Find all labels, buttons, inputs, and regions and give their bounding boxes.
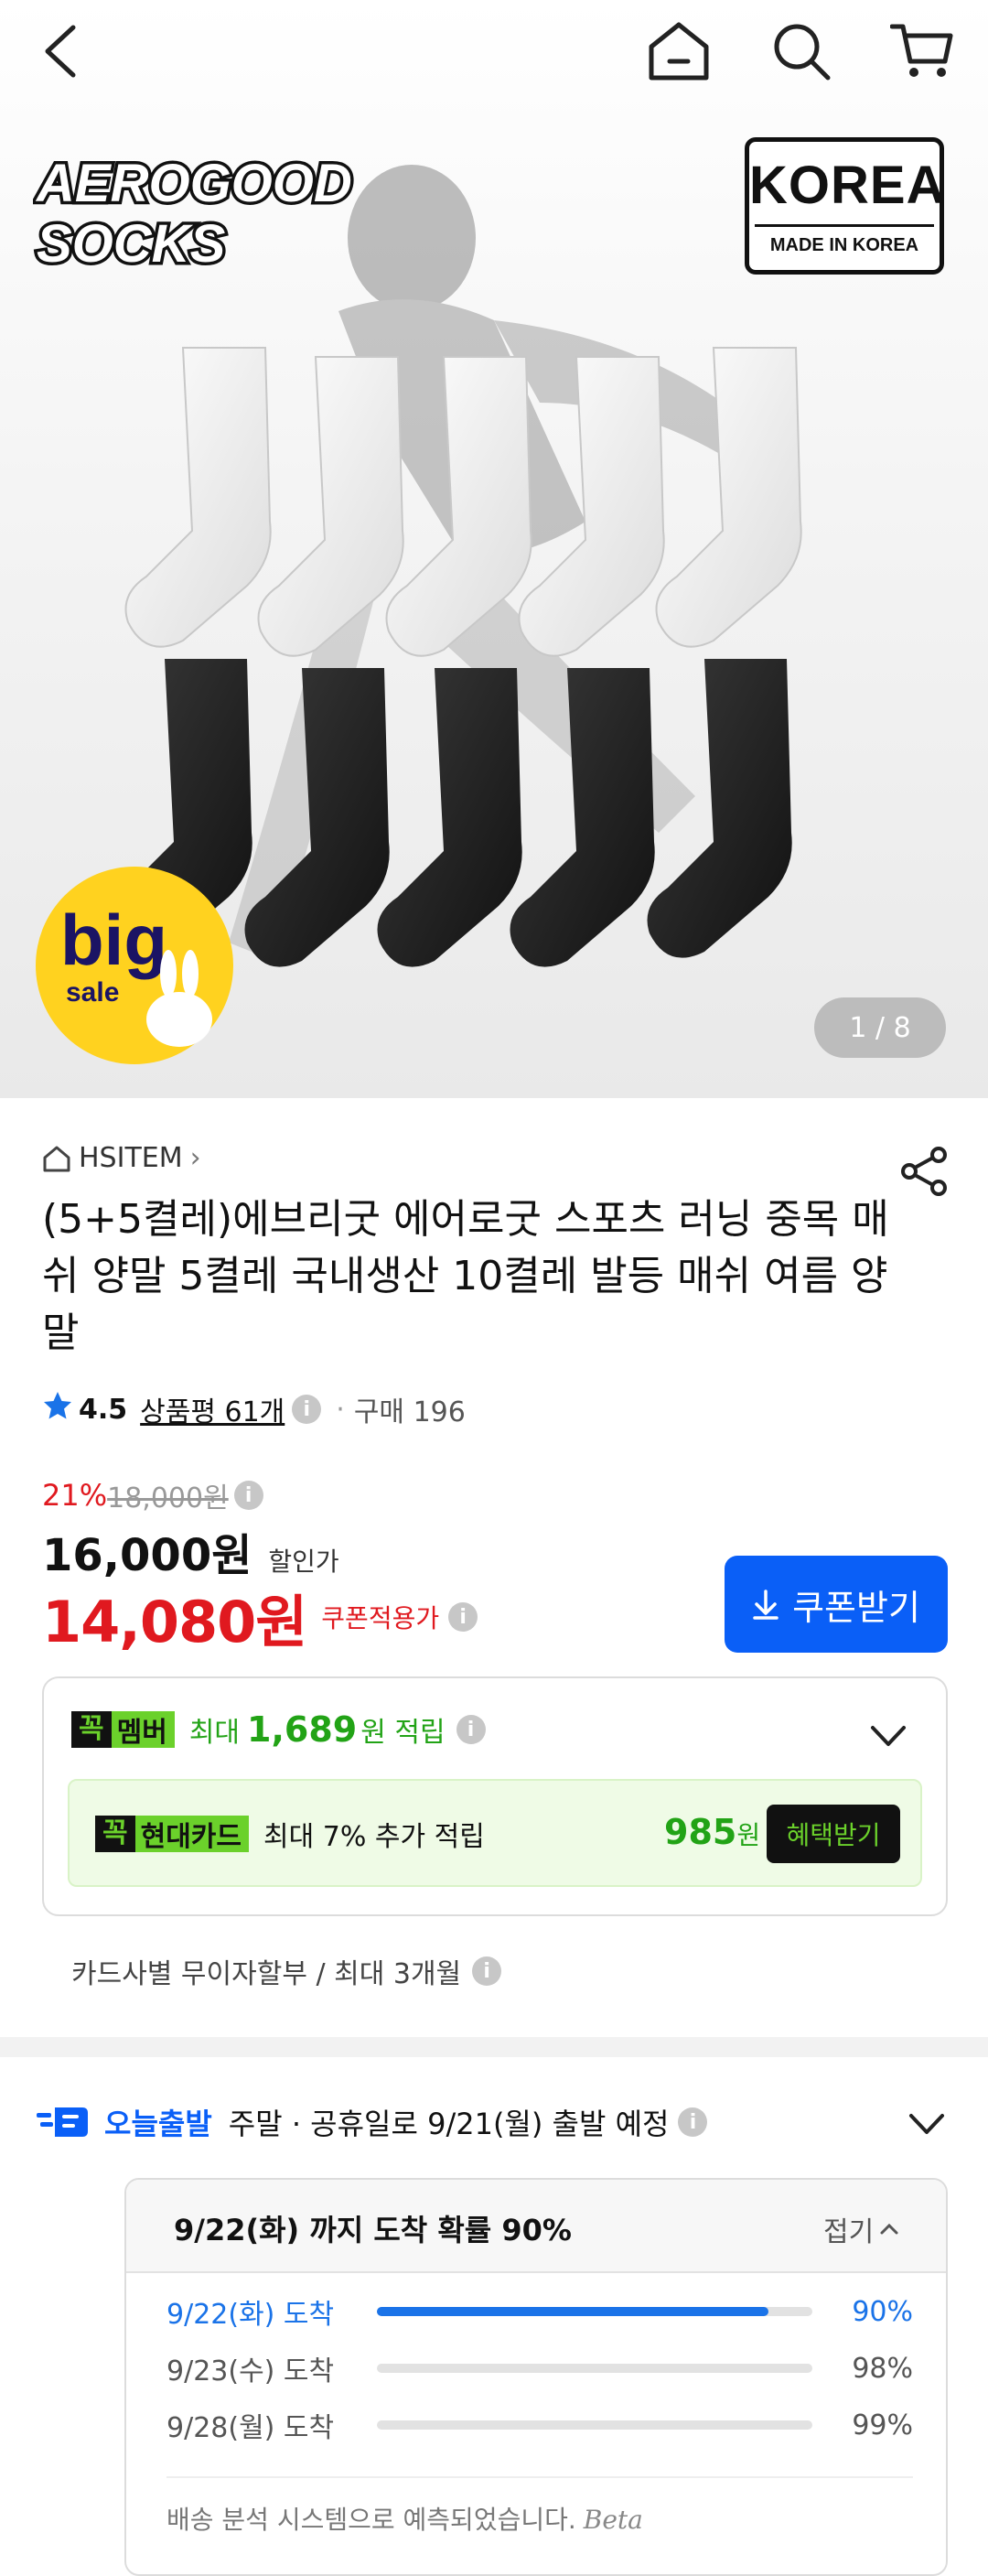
probability-bar <box>377 2364 812 2373</box>
arrival-percent: 90% <box>852 2295 913 2328</box>
arrival-date: 9/23(수) 도착 <box>166 2355 335 2387</box>
probability-bar <box>377 2307 812 2316</box>
prediction-note: 배송 분석 시스템으로 예측되었습니다. Beta <box>166 2500 643 2537</box>
discount-percent: 21% <box>42 1478 108 1513</box>
prediction-note-text: 배송 분석 시스템으로 예측되었습니다. <box>166 2505 576 2535</box>
home-icon[interactable] <box>644 16 714 86</box>
fold-label: 접기 <box>823 2216 875 2248</box>
get-benefit-button[interactable]: 혜택받기 <box>767 1805 900 1863</box>
info-icon[interactable]: i <box>472 1956 502 1986</box>
section-divider <box>0 2037 988 2057</box>
divider <box>166 2476 913 2478</box>
info-icon[interactable]: i <box>456 1715 486 1744</box>
sale-row: 16,000원 할인가 <box>42 1519 339 1583</box>
today-shipping-tag: 오늘출발 <box>104 2107 212 2141</box>
kkok-member-tag: 꼭 멤버 <box>71 1711 175 1749</box>
badge-subtitle: MADE IN KOREA <box>755 224 934 263</box>
svg-text:big: big <box>60 900 167 980</box>
fold-toggle[interactable]: 접기 <box>823 2209 899 2249</box>
product-image-carousel[interactable]: AEROGOOD SOCKS KOREA MADE IN KOREA big s… <box>0 0 988 1098</box>
arrival-row: 9/22(화) 도착 90% <box>166 2291 917 2332</box>
card-benefit-row: 꼭 현대카드 최대 7% 추가 적립 <box>95 1814 485 1854</box>
top-nav <box>0 0 988 101</box>
card-amount: 985원 <box>664 1812 760 1852</box>
share-icon[interactable] <box>897 1144 951 1199</box>
info-icon[interactable]: i <box>448 1602 478 1632</box>
original-price: 18,000원 <box>107 1482 229 1514</box>
beta-label: Beta <box>583 2505 643 2535</box>
chevron-up-icon <box>880 2223 898 2235</box>
card-tag-label: 현대카드 <box>140 1821 242 1853</box>
member-tag-label: 멤버 <box>116 1717 167 1749</box>
shop-name: HSITEM <box>79 1142 183 1174</box>
store-icon <box>43 1146 70 1171</box>
info-icon[interactable]: i <box>233 1481 263 1510</box>
probability-bar <box>377 2420 812 2430</box>
info-icon[interactable]: i <box>678 2107 708 2137</box>
info-icon[interactable]: i <box>292 1395 322 1424</box>
card-amount-unit: 원 <box>736 1820 761 1850</box>
arrival-row: 9/23(수) 도착 98% <box>166 2348 917 2388</box>
kkok-mark: 꼭 <box>95 1816 135 1852</box>
sale-label: 할인가 <box>268 1547 339 1577</box>
max-label: 최대 <box>188 1717 241 1749</box>
svg-text:AEROGOOD: AEROGOOD <box>35 154 352 213</box>
kkok-mark: 꼭 <box>71 1711 112 1748</box>
chevron-down-icon[interactable] <box>906 2103 948 2145</box>
arrival-headline: 9/22(화) 까지 도착 확률 90% <box>174 2213 572 2247</box>
card-amount-value: 985 <box>664 1812 737 1852</box>
badge-title: KOREA <box>749 156 946 215</box>
chevron-down-icon[interactable] <box>867 1715 909 1757</box>
shipping-message: 주말 · 공휴일로 9/21(월) 출발 예정 <box>228 2107 670 2141</box>
shop-link[interactable]: HSITEM › <box>42 1142 201 1174</box>
chevron-right-icon: › <box>189 1142 201 1174</box>
product-title: (5+5켤레)에브리굿 에어로굿 스포츠 러닝 중목 매쉬 양말 5켤레 국내생… <box>42 1196 889 1356</box>
fast-delivery-icon <box>37 2107 88 2137</box>
installment-text: 카드사별 무이자할부 / 최대 3개월 <box>71 1958 462 1990</box>
svg-text:SOCKS: SOCKS <box>37 214 226 274</box>
coupon-button-label: 쿠폰받기 <box>792 1587 920 1628</box>
separator: · <box>336 1393 345 1426</box>
member-reward-row: 꼭 멤버 최대 1,689 원 적립 i <box>71 1709 486 1750</box>
discount-row: 21% 18,000원 i <box>42 1475 263 1515</box>
korea-badge: KOREA MADE IN KOREA <box>745 137 944 275</box>
search-icon[interactable] <box>767 16 836 86</box>
arrival-row: 9/28(월) 도착 99% <box>166 2405 917 2445</box>
coupon-row: 14,080원 쿠폰적용가 i <box>42 1576 478 1658</box>
image-counter: 1 / 8 <box>814 997 946 1058</box>
svg-text:sale: sale <box>66 977 119 1008</box>
star-icon <box>42 1390 73 1428</box>
big-sale-badge: big sale <box>36 867 233 1064</box>
arrival-percent: 99% <box>852 2409 913 2441</box>
coupon-price: 14,080원 <box>42 1589 307 1655</box>
rating-score: 4.5 <box>79 1393 128 1426</box>
download-icon <box>753 1590 779 1620</box>
coupon-label: 쿠폰적용가 <box>321 1603 440 1633</box>
back-icon[interactable] <box>26 16 95 86</box>
coupon-button[interactable]: 쿠폰받기 <box>725 1556 948 1653</box>
probability-fill <box>377 2307 769 2316</box>
review-link[interactable]: 상품평 61개 <box>140 1389 285 1429</box>
cart-icon[interactable] <box>887 16 957 86</box>
brand-logo: AEROGOOD SOCKS <box>33 151 355 275</box>
arrival-probability-card: 9/22(화) 까지 도착 확률 90% 접기 9/22(화) 도착 90% 9… <box>124 2178 948 2576</box>
installment-info: 카드사별 무이자할부 / 최대 3개월 i <box>71 1951 502 1991</box>
rating-row: 4.5 상품평 61개 i · 구매 196 <box>42 1389 466 1429</box>
card-benefit-box: 꼭 현대카드 최대 7% 추가 적립 985원 혜택받기 <box>68 1779 922 1887</box>
arrival-header: 9/22(화) 까지 도착 확률 90% 접기 <box>126 2180 946 2273</box>
purchase-count: 구매 196 <box>353 1396 466 1428</box>
arrival-date: 9/22(화) 도착 <box>166 2299 335 2331</box>
arrival-date: 9/28(월) 도착 <box>166 2412 335 2444</box>
sale-price: 16,000원 <box>42 1530 252 1581</box>
kkok-card-tag: 꼭 현대카드 <box>95 1816 250 1853</box>
member-amount: 1,689 <box>247 1709 358 1750</box>
benefit-card: 꼭 멤버 최대 1,689 원 적립 i 꼭 현대카드 최대 7% 추가 적립 … <box>42 1676 948 1916</box>
arrival-percent: 98% <box>852 2352 913 2385</box>
delivery-row[interactable]: 오늘출발 주말 · 공휴일로 9/21(월) 출발 예정 i <box>37 2101 708 2143</box>
card-benefit-desc: 최대 7% 추가 적립 <box>263 1821 485 1853</box>
member-unit: 원 적립 <box>360 1717 446 1749</box>
